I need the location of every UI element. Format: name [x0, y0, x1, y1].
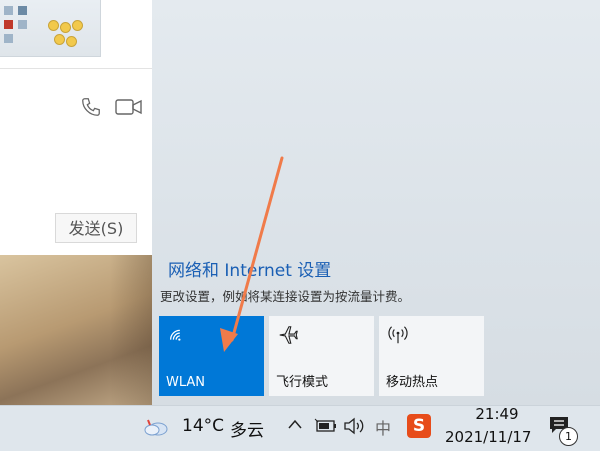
thumb-tile — [4, 6, 13, 15]
airplane-mode-quick-action[interactable]: 飞行模式 — [269, 316, 374, 396]
desktop-wallpaper — [0, 255, 160, 405]
clock-date[interactable]: 2021/11/17 — [445, 428, 531, 446]
chevron-up-icon[interactable] — [287, 417, 303, 433]
video-call-icon[interactable] — [115, 98, 143, 116]
volume-icon[interactable] — [343, 416, 365, 436]
weather-cloudy-icon[interactable] — [142, 414, 170, 440]
mobile-hotspot-label: 移动热点 — [386, 375, 439, 390]
minion-figure — [48, 20, 59, 31]
thumb-tile — [18, 6, 27, 15]
battery-icon[interactable] — [314, 418, 338, 434]
clock-time[interactable]: 21:49 — [462, 405, 532, 423]
thumb-tile — [4, 20, 13, 29]
hotspot-icon — [388, 326, 408, 344]
notification-count-badge[interactable]: 1 — [559, 427, 578, 446]
airplane-mode-label: 飞行模式 — [276, 375, 329, 390]
wlan-quick-action[interactable]: WLAN — [159, 316, 264, 396]
thumb-tile — [18, 20, 27, 29]
phone-call-icon[interactable] — [80, 96, 102, 118]
minion-figure — [60, 22, 71, 33]
mobile-hotspot-quick-action[interactable]: 移动热点 — [379, 316, 484, 396]
action-center-panel: 网络和 Internet 设置 更改设置，例如将某连接设置为按流量计费。 WLA… — [152, 0, 600, 405]
network-settings-description: 更改设置，例如将某连接设置为按流量计费。 — [160, 289, 411, 304]
minion-figure — [66, 36, 77, 47]
thumb-tile — [4, 34, 13, 43]
chat-image-area — [0, 0, 152, 69]
weather-condition[interactable]: 多云 — [230, 416, 264, 441]
weather-temperature[interactable]: 14°C — [182, 416, 224, 436]
airplane-icon — [279, 326, 298, 344]
shared-image-thumbnail[interactable] — [0, 0, 101, 57]
wlan-label: WLAN — [166, 375, 206, 390]
wifi-icon — [170, 329, 181, 341]
chat-window: 发送(S) — [0, 0, 153, 255]
network-settings-link[interactable]: 网络和 Internet 设置 — [168, 256, 331, 281]
taskbar: 14°C 多云 中 S 21:49 2021/11/17 1 — [0, 405, 600, 451]
sogou-input-icon[interactable]: S — [407, 414, 431, 438]
minion-figure — [54, 34, 65, 45]
minion-figure — [72, 20, 83, 31]
input-method-indicator[interactable]: 中 — [375, 415, 391, 439]
send-button[interactable]: 发送(S) — [55, 213, 137, 243]
